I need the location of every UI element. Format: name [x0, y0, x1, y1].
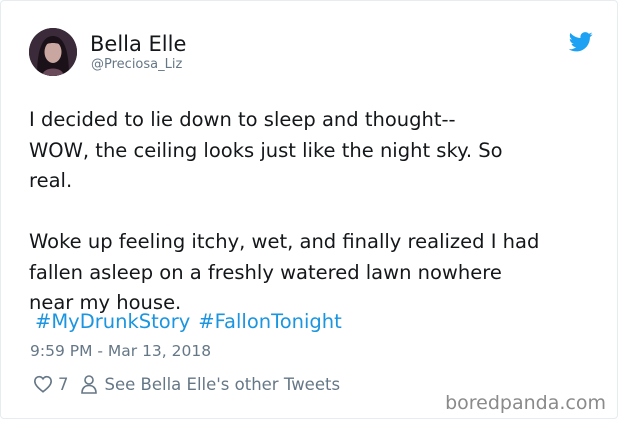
see-other-tweets-link[interactable]: See Bella Elle's other Tweets	[105, 375, 341, 394]
author-handle[interactable]: @Preciosa_Liz	[91, 57, 182, 73]
tweet-text: I decided to lie down to sleep and thoug…	[29, 108, 540, 314]
author-display-name[interactable]: Bella Elle	[90, 31, 186, 57]
tweet-actions: 7 See Bella Elle's other Tweets	[33, 373, 340, 395]
hashtag-link[interactable]: #FallonTonight	[198, 310, 342, 333]
tweet-card: Bella Elle @Preciosa_Liz I decided to li…	[0, 0, 618, 419]
heart-icon[interactable]	[33, 375, 53, 393]
hashtag-list: #MyDrunkStory #FallonTonight	[35, 307, 350, 337]
hashtag-link[interactable]: #MyDrunkStory	[35, 310, 190, 333]
person-icon[interactable]	[80, 374, 97, 394]
avatar-image	[29, 28, 77, 76]
twitter-bird-icon[interactable]	[569, 32, 593, 52]
avatar[interactable]	[29, 28, 77, 76]
like-count[interactable]: 7	[58, 375, 69, 394]
watermark: boredpanda.com	[445, 392, 606, 414]
tweet-timestamp[interactable]: 9:59 PM - Mar 13, 2018	[30, 340, 211, 362]
